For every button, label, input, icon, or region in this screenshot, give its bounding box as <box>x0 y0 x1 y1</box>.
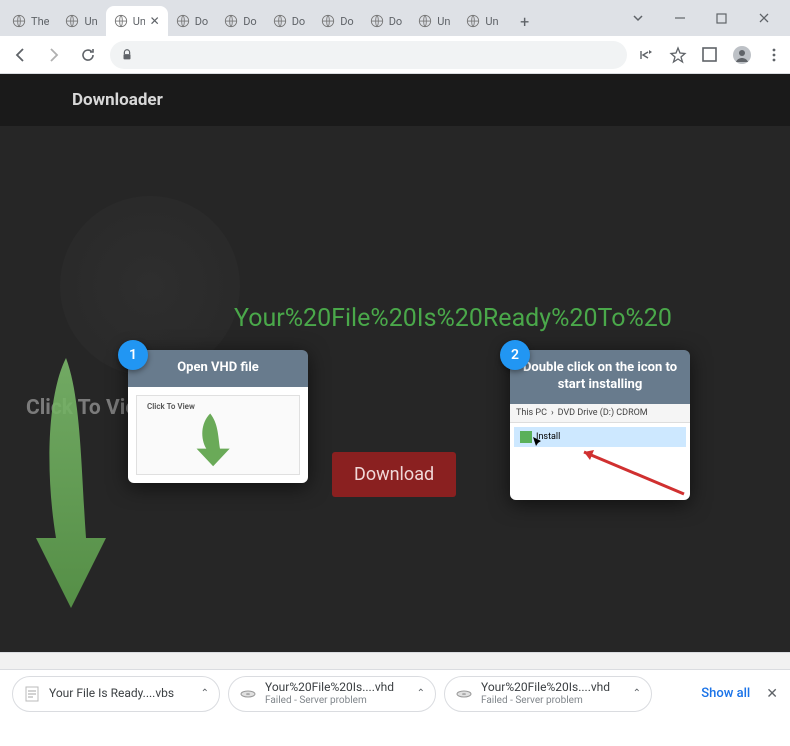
tab-2-active[interactable]: Un ✕ <box>106 6 168 36</box>
extensions-icon[interactable] <box>701 46 718 63</box>
globe-icon <box>176 14 190 28</box>
background-circle <box>60 196 240 376</box>
new-tab-button[interactable]: + <box>511 7 539 35</box>
tab-9[interactable]: Un <box>458 6 506 36</box>
tab-title: The <box>31 15 49 28</box>
step-badge-2: 2 <box>500 340 530 370</box>
red-arrow-icon <box>576 446 686 496</box>
maximize-button[interactable] <box>716 13 740 24</box>
tab-6[interactable]: Do <box>313 6 362 36</box>
tab-title: Un <box>485 15 498 28</box>
tab-1[interactable]: Un <box>57 6 105 36</box>
tab-0[interactable]: The <box>4 6 57 36</box>
download-shelf: Your File Is Ready....vbs ⌃ Your%20File%… <box>0 669 790 717</box>
chevron-right-icon: › <box>551 408 554 418</box>
green-arrow-icon <box>26 358 126 618</box>
globe-icon <box>114 14 128 28</box>
download-status: Failed - Server problem <box>265 695 394 707</box>
forward-button[interactable] <box>42 43 66 67</box>
show-all-link[interactable]: Show all <box>701 686 750 701</box>
step-body-2: This PC › DVD Drive (D:) CDROM Install <box>510 404 690 500</box>
bookmark-icon[interactable] <box>669 46 687 64</box>
horizontal-scrollbar[interactable] <box>0 652 790 669</box>
chevron-up-icon[interactable]: ⌃ <box>201 688 209 699</box>
lock-icon <box>120 48 134 62</box>
globe-icon <box>370 14 384 28</box>
dropdown-icon[interactable] <box>632 12 656 24</box>
globe-icon <box>418 14 432 28</box>
globe-icon <box>12 14 26 28</box>
page-content: Your%20File%20Is%20Ready%20To%20 Click T… <box>0 126 790 652</box>
step-body-1: Click To View <box>128 387 308 483</box>
file-icon <box>23 685 41 703</box>
address-bar[interactable] <box>110 41 627 69</box>
page-header: Downloader <box>0 74 790 126</box>
globe-icon <box>273 14 287 28</box>
reload-button[interactable] <box>76 43 100 67</box>
download-status: Failed - Server problem <box>481 695 610 707</box>
window-controls <box>624 0 790 36</box>
tab-8[interactable]: Un <box>410 6 458 36</box>
tab-close-icon[interactable]: ✕ <box>150 14 160 28</box>
step-card-2: 2 Double click on the icon to start inst… <box>510 350 690 500</box>
tab-title: Do <box>243 15 257 28</box>
step-title-2: Double click on the icon to start instal… <box>510 350 690 404</box>
download-item-0[interactable]: Your File Is Ready....vbs ⌃ <box>12 676 220 712</box>
installer-icon <box>520 431 532 443</box>
chevron-up-icon[interactable]: ⌃ <box>417 688 425 699</box>
tab-title: Un <box>84 15 97 28</box>
globe-icon <box>321 14 335 28</box>
site-brand: Downloader <box>72 90 163 110</box>
tab-title: Un <box>437 15 450 28</box>
globe-icon <box>466 14 480 28</box>
toolbar-right <box>637 45 782 65</box>
cursor-icon <box>532 436 544 448</box>
step-card-1: 1 Open VHD file Click To View <box>128 350 308 483</box>
tab-title: Un <box>133 15 145 28</box>
step-badge-1: 1 <box>118 340 148 370</box>
tab-title: Do <box>292 15 306 28</box>
crumb-a: This PC <box>516 408 547 418</box>
disk-icon <box>455 685 473 703</box>
globe-icon <box>65 14 79 28</box>
download-name: Your%20File%20Is....vhd <box>481 680 610 694</box>
tab-5[interactable]: Do <box>265 6 314 36</box>
tab-4[interactable]: Do <box>216 6 265 36</box>
download-button[interactable]: Download <box>332 452 456 497</box>
tab-title: Do <box>195 15 209 28</box>
disk-icon <box>239 685 257 703</box>
download-item-2[interactable]: Your%20File%20Is....vhdFailed - Server p… <box>444 676 652 712</box>
menu-icon[interactable] <box>766 47 782 63</box>
back-button[interactable] <box>8 43 32 67</box>
tab-title: Do <box>340 15 354 28</box>
download-name: Your%20File%20Is....vhd <box>265 680 394 694</box>
browser-toolbar <box>0 36 790 74</box>
step2-breadcrumb: This PC › DVD Drive (D:) CDROM <box>510 404 690 423</box>
download-item-1[interactable]: Your%20File%20Is....vhdFailed - Server p… <box>228 676 436 712</box>
tab-3[interactable]: Do <box>168 6 217 36</box>
shelf-close-button[interactable]: ✕ <box>766 686 778 702</box>
headline-text: Your%20File%20Is%20Ready%20To%20 <box>234 304 672 333</box>
page-viewport: Downloader Your%20File%20Is%20Ready%20To… <box>0 74 790 652</box>
download-name: Your File Is Ready....vbs <box>49 686 174 700</box>
globe-icon <box>224 14 238 28</box>
minimize-button[interactable] <box>674 12 698 24</box>
tab-7[interactable]: Do <box>362 6 411 36</box>
profile-icon[interactable] <box>732 45 752 65</box>
tab-title: Do <box>389 15 403 28</box>
close-button[interactable] <box>758 12 782 24</box>
step-title-1: Open VHD file <box>128 350 308 387</box>
share-icon[interactable] <box>637 46 655 64</box>
chevron-up-icon[interactable]: ⌃ <box>633 688 641 699</box>
crumb-b: DVD Drive (D:) CDROM <box>558 408 648 418</box>
